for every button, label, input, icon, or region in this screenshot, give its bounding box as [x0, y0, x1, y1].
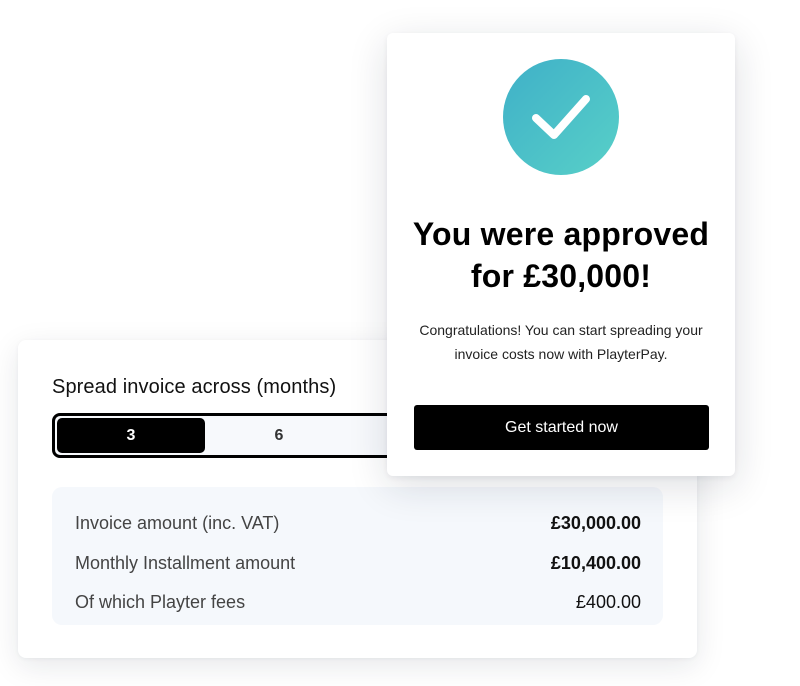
months-option-3[interactable]: 3 [57, 418, 205, 453]
summary-row-playter-fees: Of which Playter fees £400.00 [75, 583, 641, 623]
approval-title: You were approved for £30,000! [387, 213, 735, 297]
checkmark-icon [503, 59, 619, 175]
months-option-6[interactable]: 6 [205, 418, 353, 453]
approval-message-line2: invoice costs now with PlayterPay. [454, 346, 668, 362]
get-started-button[interactable]: Get started now [414, 405, 709, 450]
approval-title-line1: You were approved [412, 216, 710, 252]
summary-value: £30,000.00 [550, 513, 641, 534]
summary-value: £400.00 [575, 592, 641, 613]
summary-row-invoice-amount: Invoice amount (inc. VAT) £30,000.00 [75, 504, 641, 544]
summary-label: Invoice amount (inc. VAT) [75, 513, 280, 534]
summary-row-monthly-installment: Monthly Installment amount £10,400.00 [75, 544, 641, 584]
summary-label: Monthly Installment amount [75, 552, 296, 573]
approval-message: Congratulations! You can start spreading… [407, 318, 715, 366]
summary-value: £10,400.00 [550, 552, 641, 573]
checkmark-glyph [532, 95, 590, 139]
approval-title-line2: for £30,000! [470, 258, 652, 294]
stage: Spread invoice across (months) 3 6 Invoi… [0, 0, 800, 686]
approval-card: You were approved for £30,000! Congratul… [387, 33, 735, 476]
summary-label: Of which Playter fees [75, 592, 246, 613]
invoice-summary: Invoice amount (inc. VAT) £30,000.00 Mon… [52, 487, 663, 625]
approval-message-line1: Congratulations! You can start spreading… [419, 322, 703, 338]
spread-title: Spread invoice across (months) [52, 376, 337, 398]
